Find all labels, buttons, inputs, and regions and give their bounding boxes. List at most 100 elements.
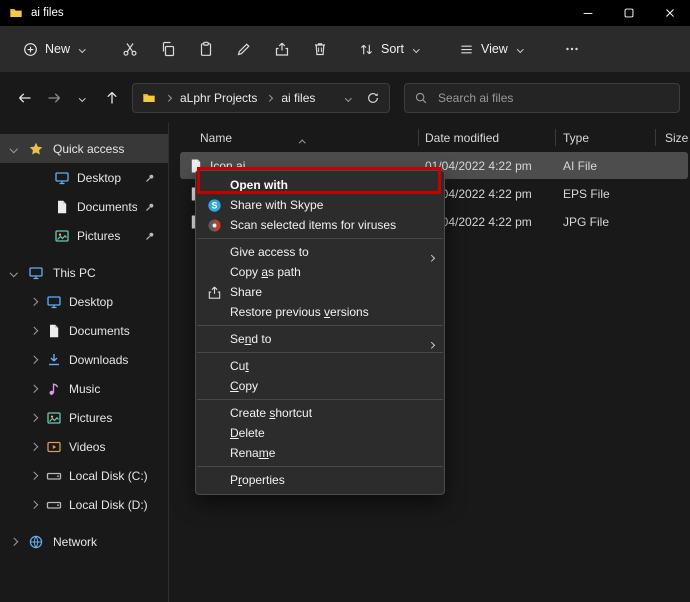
sidebar-item-documents[interactable]: Documents <box>0 316 168 345</box>
forward-button[interactable] <box>39 83 68 113</box>
trash-icon <box>312 41 328 57</box>
menu-item-send-to[interactable]: Send to <box>196 329 444 349</box>
antivirus-shield-icon <box>207 218 222 233</box>
sidebar-item-videos[interactable]: Videos <box>0 432 168 461</box>
menu-item-cut[interactable]: Cut <box>196 356 444 376</box>
refresh-button[interactable] <box>366 91 380 105</box>
sidebar-item-pictures[interactable]: Pictures <box>0 403 168 432</box>
window-title: ai files <box>31 7 64 19</box>
column-header-name[interactable]: Name <box>200 131 232 145</box>
cut-button[interactable] <box>112 32 148 66</box>
title-bar: ai files <box>0 0 690 26</box>
search-icon <box>414 91 428 105</box>
recent-locations-button[interactable] <box>68 83 97 113</box>
view-lines-icon <box>459 42 474 57</box>
sidebar-item-label: Downloads <box>69 353 128 367</box>
breadcrumb-item-parent[interactable]: aLphr Projects <box>180 91 257 105</box>
column-divider[interactable] <box>418 129 419 146</box>
document-icon <box>54 199 70 215</box>
window-controls <box>567 0 690 26</box>
menu-item-create-shortcut[interactable]: Create shortcut <box>196 403 444 423</box>
menu-item-share-with-skype[interactable]: Share with Skype <box>196 195 444 215</box>
menu-item-restore-previous-versions[interactable]: Restore previous versions <box>196 302 444 322</box>
back-button[interactable] <box>10 83 39 113</box>
delete-button[interactable] <box>302 32 338 66</box>
back-arrow-icon <box>17 90 33 106</box>
sidebar-item-desktop[interactable]: Desktop <box>0 287 168 316</box>
view-button-label: View <box>481 42 508 56</box>
sidebar-item-downloads[interactable]: Downloads <box>0 345 168 374</box>
column-header-type[interactable]: Type <box>563 131 589 145</box>
address-dropdown-chevron[interactable] <box>343 93 353 103</box>
chevron-down-icon[interactable] <box>9 268 19 278</box>
column-header-date-modified[interactable]: Date modified <box>425 131 499 145</box>
menu-item-delete[interactable]: Delete <box>196 423 444 443</box>
rename-icon <box>236 41 252 57</box>
menu-separator <box>197 466 443 467</box>
computer-icon <box>28 265 44 281</box>
sidebar-item-desktop-pinned[interactable]: Desktop <box>0 163 168 192</box>
menu-item-properties[interactable]: Properties <box>196 470 444 490</box>
sort-button-label: Sort <box>381 42 404 56</box>
rename-button[interactable] <box>226 32 262 66</box>
sidebar-item-quick-access[interactable]: Quick access <box>0 134 168 163</box>
close-button[interactable] <box>649 0 690 26</box>
minimize-button[interactable] <box>567 0 608 26</box>
search-box[interactable] <box>404 83 680 113</box>
sidebar-item-label: Music <box>69 382 100 396</box>
chevron-down-icon[interactable] <box>9 144 19 154</box>
copy-icon <box>160 41 176 57</box>
copy-button[interactable] <box>150 32 186 66</box>
picture-icon <box>54 228 70 244</box>
chevron-right-icon[interactable] <box>29 355 39 365</box>
column-divider[interactable] <box>655 129 656 146</box>
context-menu: Open with Share with Skype Scan selected… <box>195 170 445 495</box>
more-options-button[interactable] <box>554 32 590 66</box>
menu-item-rename[interactable]: Rename <box>196 443 444 463</box>
sidebar-item-pictures-pinned[interactable]: Pictures <box>0 221 168 250</box>
sidebar-item-documents-pinned[interactable]: Documents <box>0 192 168 221</box>
sidebar-item-label: Desktop <box>77 171 121 185</box>
view-button[interactable]: View <box>450 35 534 64</box>
search-input[interactable] <box>436 90 670 106</box>
breadcrumb[interactable]: aLphr Projects ai files <box>132 83 390 113</box>
menu-item-share[interactable]: Share <box>196 282 444 302</box>
chevron-right-icon[interactable] <box>29 500 39 510</box>
chevron-right-icon[interactable] <box>29 471 39 481</box>
chevron-right-icon[interactable] <box>9 537 19 547</box>
chevron-right-icon[interactable] <box>29 442 39 452</box>
menu-item-copy-as-path[interactable]: Copy as path <box>196 262 444 282</box>
chevron-right-icon[interactable] <box>29 326 39 336</box>
sort-button[interactable]: Sort <box>350 35 430 64</box>
chevron-right-icon[interactable] <box>29 413 39 423</box>
menu-item-give-access-to[interactable]: Give access to <box>196 242 444 262</box>
paste-button[interactable] <box>188 32 224 66</box>
clipboard-icon <box>198 41 214 57</box>
new-button-label: New <box>45 42 70 56</box>
sidebar-item-this-pc[interactable]: This PC <box>0 258 168 287</box>
menu-separator <box>197 238 443 239</box>
menu-item-copy[interactable]: Copy <box>196 376 444 396</box>
submenu-chevron-icon <box>429 249 434 263</box>
chevron-right-icon[interactable] <box>29 297 39 307</box>
chevron-right-icon[interactable] <box>29 384 39 394</box>
column-divider[interactable] <box>555 129 556 146</box>
maximize-button[interactable] <box>608 0 649 26</box>
sidebar-item-local-disk-d[interactable]: Local Disk (D:) <box>0 490 168 519</box>
new-button[interactable]: New <box>12 35 98 64</box>
menu-item-scan-for-viruses[interactable]: Scan selected items for viruses <box>196 215 444 235</box>
sidebar-item-network[interactable]: Network <box>0 527 168 556</box>
up-button[interactable] <box>97 83 126 113</box>
breadcrumb-item-current[interactable]: ai files <box>281 91 315 105</box>
share-button[interactable] <box>264 32 300 66</box>
command-toolbar: New Sort View <box>0 26 690 72</box>
sort-ascending-icon <box>300 134 305 148</box>
scissors-icon <box>122 41 138 57</box>
menu-item-open-with[interactable]: Open with <box>196 175 444 195</box>
address-bar: aLphr Projects ai files <box>0 78 690 118</box>
column-header-size[interactable]: Size <box>665 131 688 145</box>
sidebar-item-label: Pictures <box>77 229 120 243</box>
chevron-right-icon <box>264 93 274 103</box>
sidebar-item-music[interactable]: Music <box>0 374 168 403</box>
sidebar-item-local-disk-c[interactable]: Local Disk (C:) <box>0 461 168 490</box>
